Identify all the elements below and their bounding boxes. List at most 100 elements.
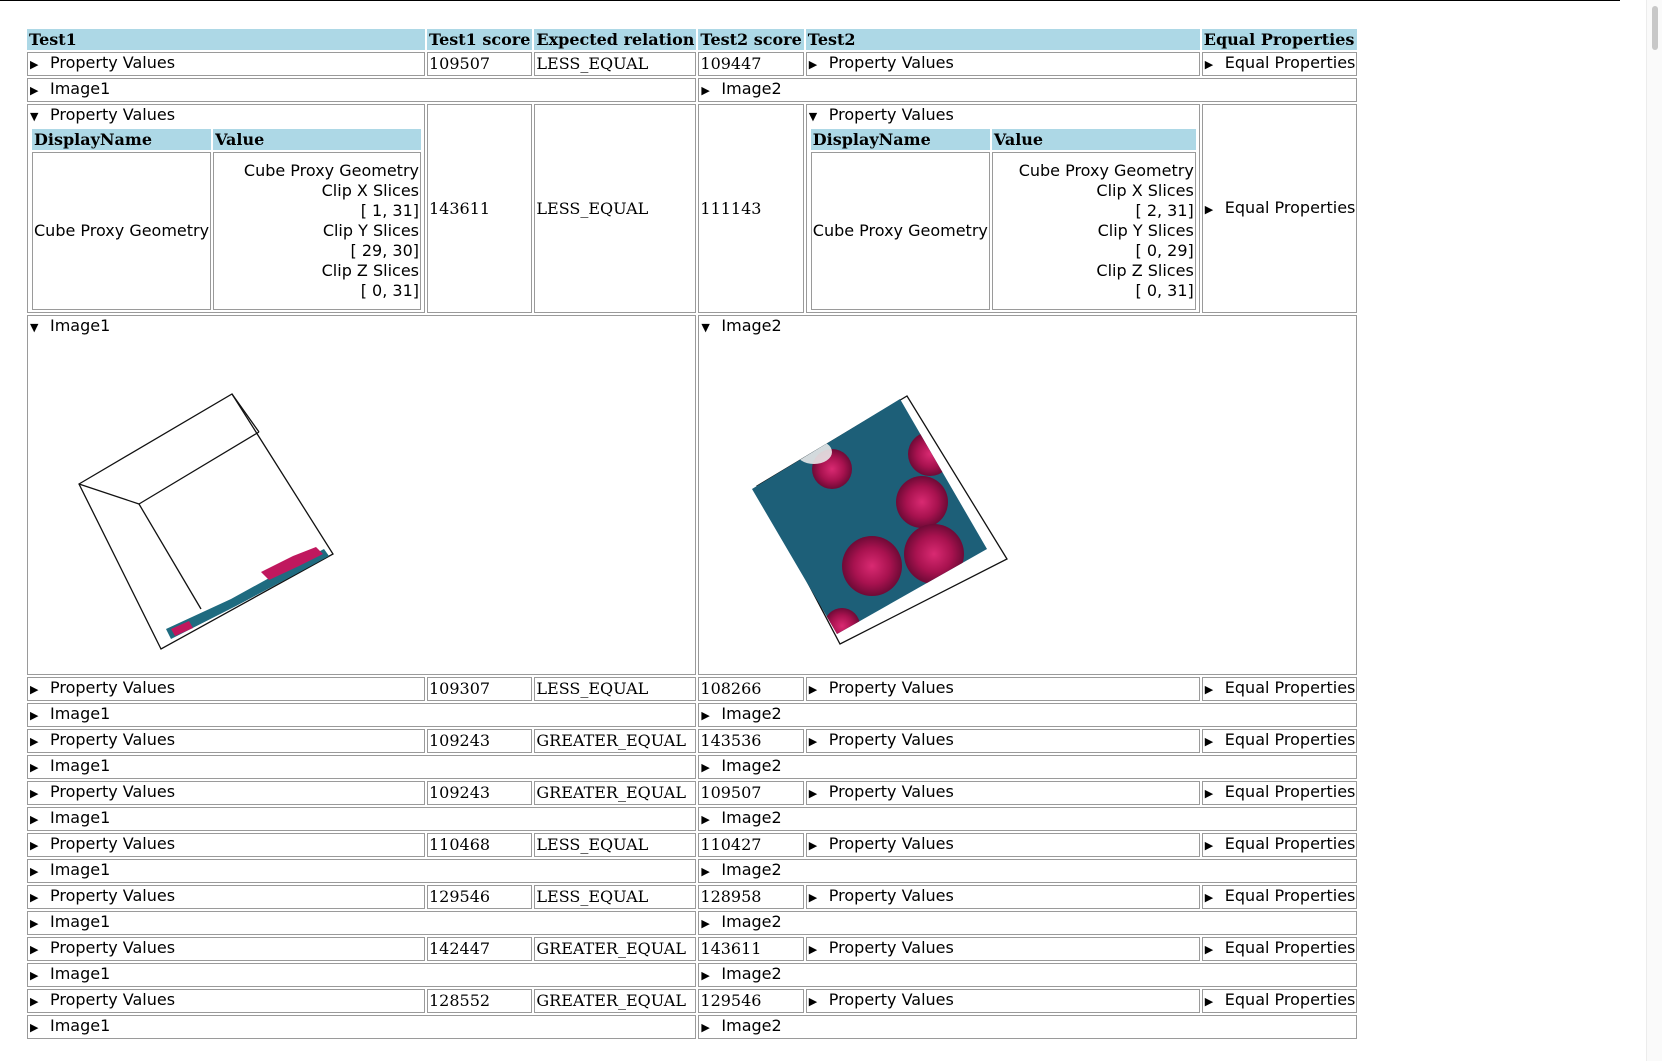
image2-toggle-label: Image2 bbox=[721, 860, 782, 879]
triangle-right-icon: ▶ bbox=[30, 813, 39, 826]
triangle-right-icon: ▶ bbox=[30, 995, 39, 1008]
property-values-toggle[interactable]: ▶ Property Values bbox=[808, 834, 1198, 856]
equal-properties-toggle[interactable]: ▶ Equal Properties bbox=[1204, 886, 1356, 908]
image1-toggle[interactable]: ▶ Image1 bbox=[29, 860, 694, 882]
property-values-toggle[interactable]: ▶ Property Values bbox=[29, 938, 423, 960]
triangle-down-icon: ▼ bbox=[30, 110, 39, 123]
equal-properties-toggle[interactable]: ▶ Equal Properties bbox=[1204, 730, 1356, 752]
image2-toggle[interactable]: ▶ Image2 bbox=[700, 756, 1355, 778]
image1-toggle[interactable]: ▶ Image1 bbox=[29, 1016, 694, 1038]
property-values-toggle[interactable]: ▶ Property Values bbox=[29, 678, 423, 700]
expected-relation: LESS_EQUAL bbox=[534, 677, 697, 701]
test1-cell: ▶ Property Values bbox=[27, 833, 425, 857]
results-body: ▶ Property Values 109507 LESS_EQUAL 109447 ▶ P… bbox=[27, 52, 1358, 1039]
image1-cell: ▶ Image1 bbox=[27, 1015, 697, 1039]
property-values-toggle[interactable]: ▶ Property Values bbox=[29, 782, 423, 804]
equal-properties-toggle-label: Equal Properties bbox=[1224, 678, 1356, 697]
image2-toggle[interactable]: ▶ Image2 bbox=[700, 1016, 1355, 1038]
test1-score: 142447 bbox=[427, 937, 533, 961]
property-values-toggle[interactable]: ▶ Property Values bbox=[808, 782, 1198, 804]
displayname-cell: Cube Proxy Geometry bbox=[32, 152, 212, 310]
image1-cell: ▶ Image1 bbox=[27, 963, 697, 987]
triangle-down-icon: ▼ bbox=[808, 110, 818, 123]
image1-toggle-label: Image1 bbox=[50, 912, 111, 931]
image1-toggle[interactable]: ▶ Image1 bbox=[29, 756, 694, 778]
property-values-toggle-label: Property Values bbox=[50, 730, 176, 749]
image2-cell: ▶ Image2 bbox=[698, 911, 1358, 935]
property-values-toggle-label: Property Values bbox=[50, 105, 176, 124]
equal-properties-cell: ▶ Equal Properties bbox=[1201, 833, 1358, 857]
test1-cell: ▶ Property Values bbox=[27, 729, 425, 753]
image1-toggle[interactable]: ▶ Image1 bbox=[29, 808, 694, 830]
image2-toggle[interactable]: ▼ Image2 bbox=[700, 316, 1355, 338]
triangle-right-icon: ▶ bbox=[808, 58, 818, 71]
triangle-right-icon: ▶ bbox=[701, 709, 710, 722]
triangle-right-icon: ▶ bbox=[30, 943, 39, 956]
image1-toggle[interactable]: ▶ Image1 bbox=[29, 79, 694, 101]
property-values-toggle[interactable]: ▶ Property Values bbox=[808, 886, 1198, 908]
image1-cell: ▶ Image1 bbox=[27, 755, 697, 779]
test2-cell: ▶ Property Values bbox=[805, 833, 1200, 857]
triangle-right-icon: ▶ bbox=[30, 917, 39, 930]
equal-properties-toggle[interactable]: ▶ Equal Properties bbox=[1204, 198, 1356, 220]
property-values-toggle[interactable]: ▶ Property Values bbox=[808, 53, 1198, 75]
equal-properties-toggle[interactable]: ▶ Equal Properties bbox=[1204, 834, 1356, 856]
property-values-toggle[interactable]: ▶ Property Values bbox=[808, 730, 1198, 752]
top-border-line bbox=[0, 0, 1620, 1]
property-values-toggle[interactable]: ▼ Property Values bbox=[29, 105, 423, 127]
equal-properties-toggle[interactable]: ▶ Equal Properties bbox=[1204, 938, 1356, 960]
image2-toggle[interactable]: ▶ Image2 bbox=[700, 912, 1355, 934]
image1-render bbox=[78, 393, 334, 650]
score-row: ▶ Property Values 109243 GREATER_EQUAL 14353… bbox=[27, 729, 1358, 753]
test1-score: 110468 bbox=[427, 833, 533, 857]
image1-cell: ▶ Image1 bbox=[27, 78, 697, 102]
property-values-toggle-label: Property Values bbox=[50, 53, 176, 72]
equal-properties-cell: ▶ Equal Properties bbox=[1201, 937, 1358, 961]
image2-toggle[interactable]: ▶ Image2 bbox=[700, 704, 1355, 726]
property-values-toggle[interactable]: ▶ Property Values bbox=[808, 938, 1198, 960]
vertical-scrollbar-thumb[interactable] bbox=[1652, 6, 1658, 50]
property-values-toggle[interactable]: ▶ Property Values bbox=[808, 678, 1198, 700]
property-values-toggle[interactable]: ▶ Property Values bbox=[29, 53, 423, 75]
image1-toggle-label: Image1 bbox=[50, 79, 111, 98]
equal-properties-toggle[interactable]: ▶ Equal Properties bbox=[1204, 782, 1356, 804]
property-values-toggle[interactable]: ▶ Property Values bbox=[808, 990, 1198, 1012]
header-test1-score: Test1 score bbox=[427, 29, 533, 50]
image1-toggle[interactable]: ▼ Image1 bbox=[29, 316, 694, 338]
image1-cell: ▶ Image1 bbox=[27, 703, 697, 727]
property-value-line: [ 2, 31] bbox=[1135, 201, 1194, 220]
triangle-right-icon: ▶ bbox=[701, 761, 710, 774]
test2-cell: ▶ Property Values bbox=[805, 729, 1200, 753]
property-values-toggle[interactable]: ▼ Property Values bbox=[808, 105, 1198, 127]
equal-properties-toggle[interactable]: ▶ Equal Properties bbox=[1204, 53, 1356, 75]
property-values-toggle-label: Property Values bbox=[50, 938, 176, 957]
image2-toggle[interactable]: ▶ Image2 bbox=[700, 860, 1355, 882]
property-values-toggle[interactable]: ▶ Property Values bbox=[29, 990, 423, 1012]
image2-toggle[interactable]: ▶ Image2 bbox=[700, 808, 1355, 830]
equal-properties-cell: ▶ Equal Properties bbox=[1201, 885, 1358, 909]
property-values-toggle-label: Property Values bbox=[828, 678, 954, 697]
property-values-toggle-label: Property Values bbox=[50, 990, 176, 1009]
image1-toggle-label: Image1 bbox=[50, 704, 111, 723]
score-row: ▶ Property Values 128552 GREATER_EQUAL 12954… bbox=[27, 989, 1358, 1013]
property-values-toggle[interactable]: ▶ Property Values bbox=[29, 886, 423, 908]
property-value-line: Clip X Slices bbox=[321, 181, 419, 200]
displayname-header: DisplayName bbox=[32, 129, 212, 150]
image2-toggle[interactable]: ▶ Image2 bbox=[700, 79, 1355, 101]
image1-toggle[interactable]: ▶ Image1 bbox=[29, 704, 694, 726]
equal-properties-toggle[interactable]: ▶ Equal Properties bbox=[1204, 678, 1356, 700]
image1-toggle-label: Image1 bbox=[50, 316, 111, 335]
property-values-toggle[interactable]: ▶ Property Values bbox=[29, 730, 423, 752]
equal-properties-toggle[interactable]: ▶ Equal Properties bbox=[1204, 990, 1356, 1012]
triangle-right-icon: ▶ bbox=[30, 84, 39, 97]
image1-toggle[interactable]: ▶ Image1 bbox=[29, 964, 694, 986]
image2-toggle[interactable]: ▶ Image2 bbox=[700, 964, 1355, 986]
test1-cell: ▶ Property Values bbox=[27, 989, 425, 1013]
image2-toggle-label: Image2 bbox=[721, 1016, 782, 1035]
image1-toggle[interactable]: ▶ Image1 bbox=[29, 912, 694, 934]
triangle-right-icon: ▶ bbox=[1204, 735, 1214, 748]
image1-toggle-label: Image1 bbox=[50, 808, 111, 827]
property-values-toggle-label: Property Values bbox=[828, 105, 954, 124]
vertical-scrollbar[interactable] bbox=[1646, 0, 1662, 1061]
property-values-toggle[interactable]: ▶ Property Values bbox=[29, 834, 423, 856]
